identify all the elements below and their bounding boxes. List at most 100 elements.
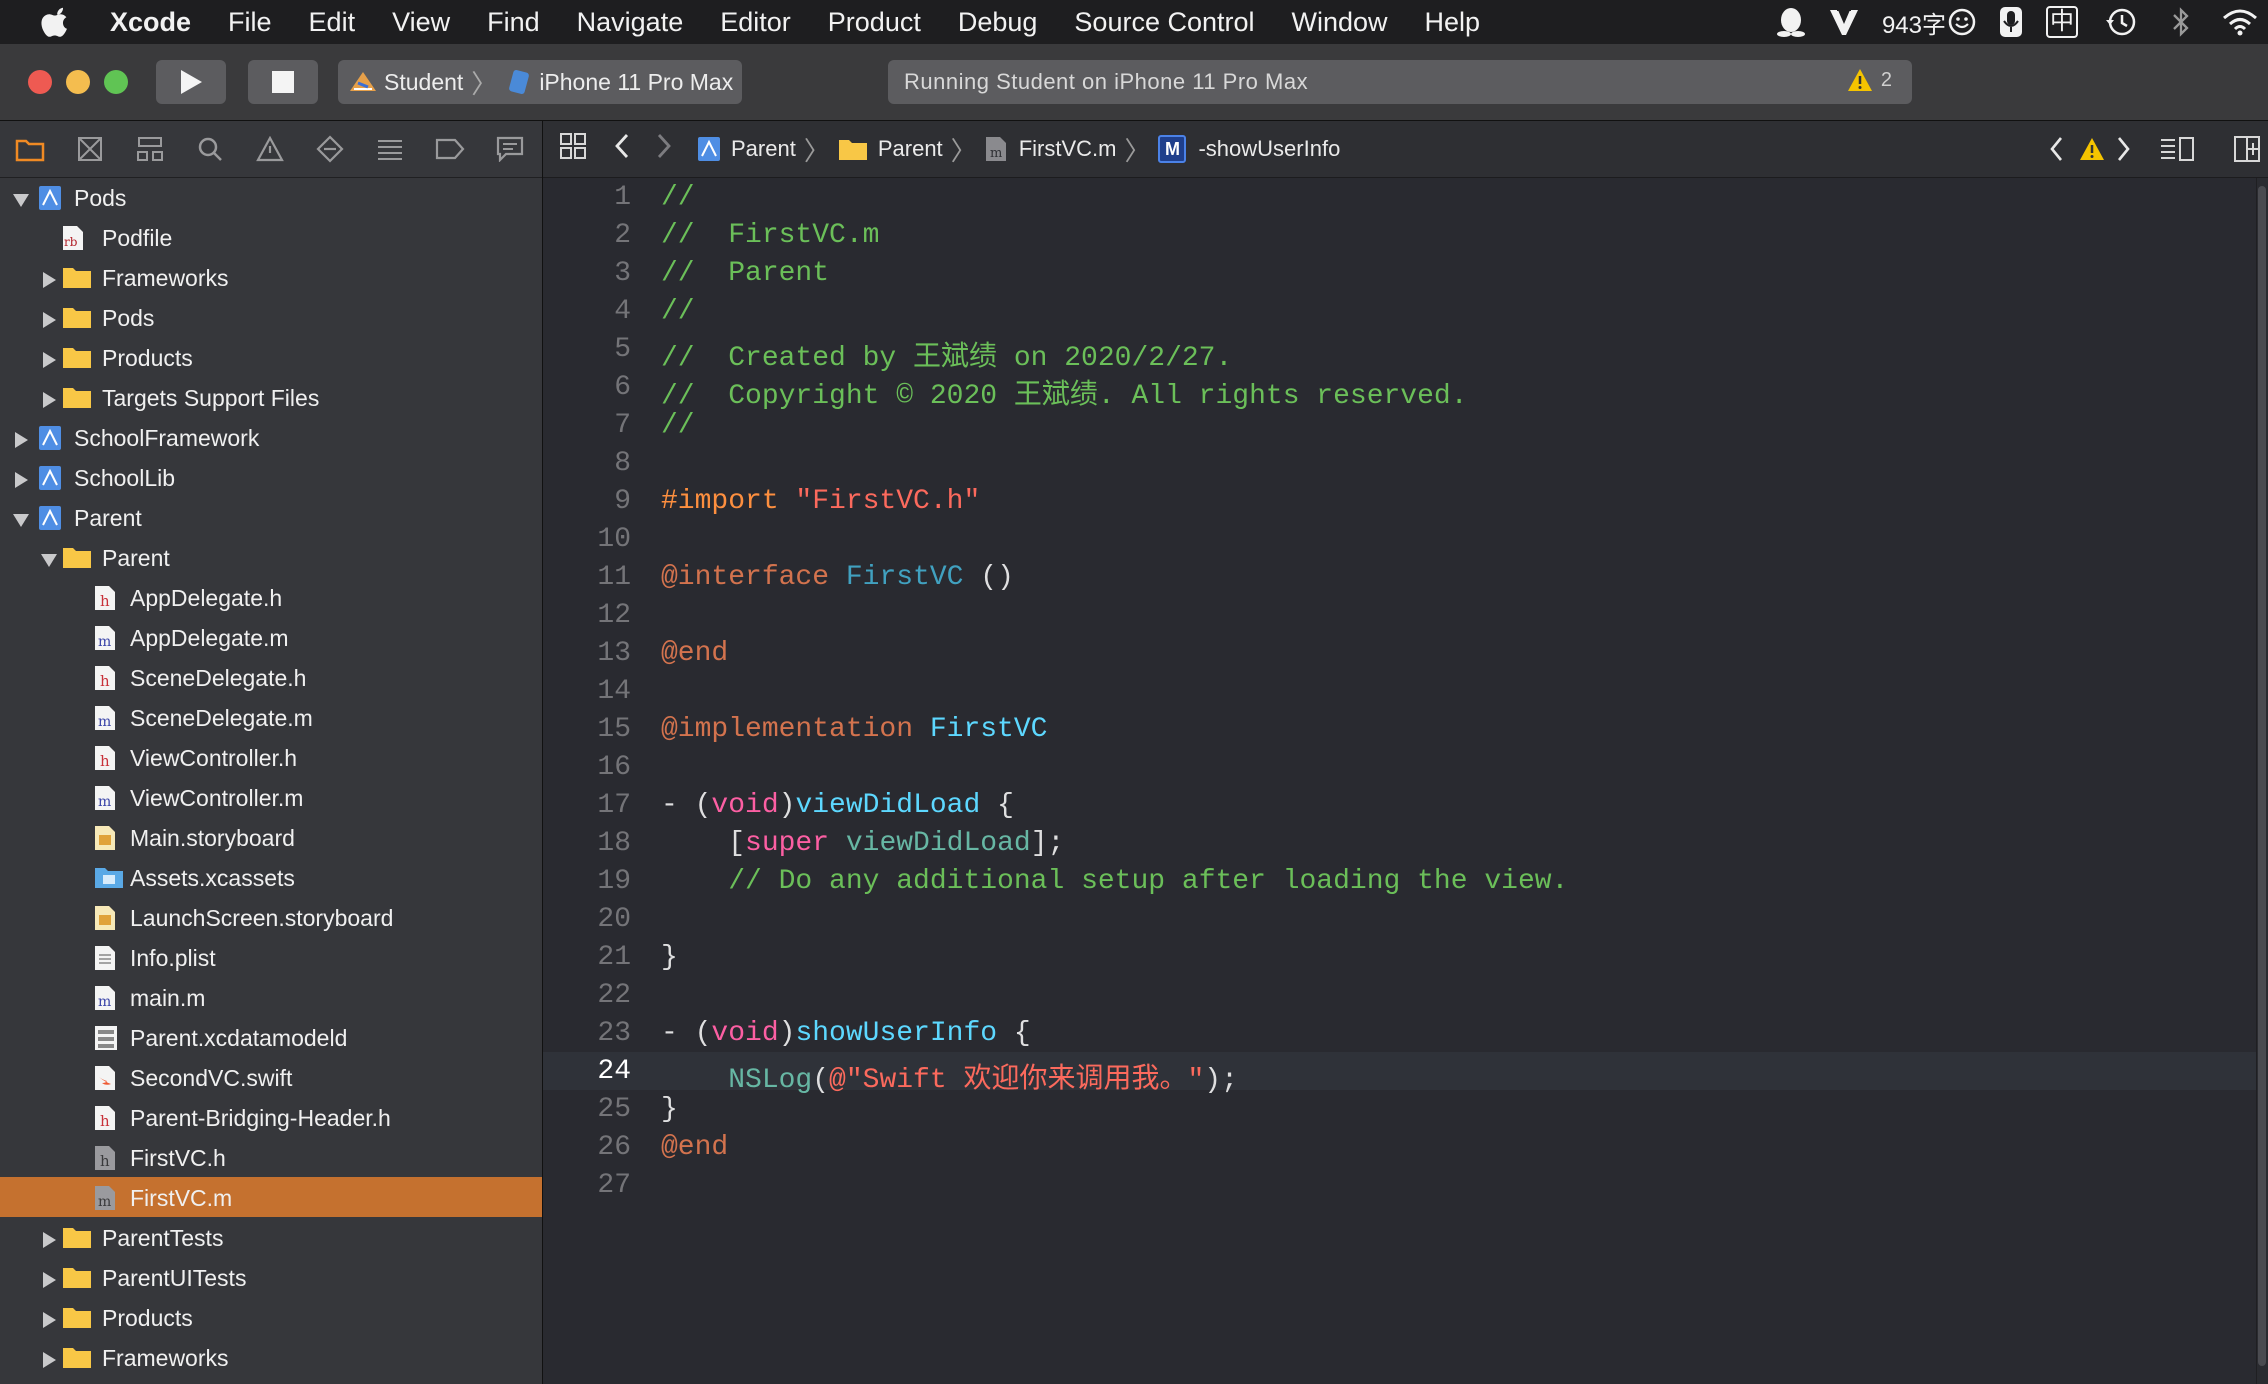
input-method-indicator[interactable]: 中 <box>2046 6 2078 38</box>
tree-item-parent[interactable]: Parent <box>0 537 542 577</box>
line-number[interactable]: 8 <box>543 448 631 479</box>
disclosure-closed-icon[interactable] <box>40 1348 58 1368</box>
code-line[interactable]: 2 // FirstVC.m <box>543 216 2256 254</box>
menu-product[interactable]: Product <box>828 7 921 38</box>
tree-item-secondvc-swift[interactable]: SecondVC.swift <box>0 1057 542 1097</box>
line-number[interactable]: 5 <box>543 334 631 365</box>
breakpoint-navigator-tab[interactable] <box>420 138 480 160</box>
source-control-navigator-tab[interactable] <box>60 136 120 162</box>
tree-item-main-storyboard[interactable]: Main.storyboard <box>0 817 542 857</box>
activity-viewer[interactable]: Running Student on iPhone 11 Pro Max 2 <box>888 60 1912 104</box>
tree-item-parent[interactable]: Parent <box>0 497 542 537</box>
line-number[interactable]: 26 <box>543 1132 631 1163</box>
line-number[interactable]: 23 <box>543 1018 631 1049</box>
code-line[interactable]: 7 // <box>543 406 2256 444</box>
line-number[interactable]: 15 <box>543 714 631 745</box>
report-navigator-tab[interactable] <box>480 136 540 162</box>
disclosure-closed-icon[interactable] <box>40 388 58 408</box>
qq-penguin-icon[interactable] <box>1776 6 1806 38</box>
disclosure-open-icon[interactable] <box>40 548 58 567</box>
disclosure-closed-icon[interactable] <box>12 428 30 448</box>
line-number[interactable]: 2 <box>543 220 631 251</box>
stop-button[interactable] <box>248 60 318 104</box>
code-line[interactable]: 24 NSLog(@"Swift 欢迎你来调用我。"); <box>543 1052 2256 1096</box>
tree-item-scenedelegate-m[interactable]: m SceneDelegate.m <box>0 697 542 737</box>
vivaldi-v-icon[interactable] <box>1828 7 1860 37</box>
source-editor[interactable]: 1//2// FirstVC.m 3// Parent 4//5// Created… <box>543 178 2256 1384</box>
line-number[interactable]: 6 <box>543 372 631 403</box>
line-number[interactable]: 18 <box>543 828 631 859</box>
code-line[interactable]: 25} <box>543 1090 2256 1128</box>
go-back-button[interactable] <box>613 132 631 166</box>
code-line[interactable]: 22 <box>543 976 2256 1014</box>
code-line[interactable]: 16 <box>543 748 2256 786</box>
code-line[interactable]: 23 - (void)showUserInfo { <box>543 1014 2256 1052</box>
line-number[interactable]: 25 <box>543 1094 631 1125</box>
menu-find[interactable]: Find <box>487 7 540 38</box>
tree-item-schoollib[interactable]: SchoolLib <box>0 457 542 497</box>
close-window-button[interactable] <box>28 70 52 94</box>
tree-item-frameworks[interactable]: Frameworks <box>0 1337 542 1377</box>
tree-item-main-m[interactable]: m main.m <box>0 977 542 1017</box>
tree-item-parenttests[interactable]: ParentTests <box>0 1217 542 1257</box>
find-navigator-tab[interactable] <box>180 136 240 162</box>
issue-navigator-tab[interactable] <box>240 136 300 162</box>
wifi-icon[interactable] <box>2222 8 2258 36</box>
line-number[interactable]: 27 <box>543 1170 631 1201</box>
tree-item-parent-bridging-header-h[interactable]: h Parent-Bridging-Header.h <box>0 1097 542 1137</box>
menu-navigate[interactable]: Navigate <box>577 7 684 38</box>
code-line[interactable]: 18 [super viewDidLoad]; <box>543 824 2256 862</box>
tree-item-parentuitests[interactable]: ParentUITests <box>0 1257 542 1297</box>
code-line[interactable]: 14 <box>543 672 2256 710</box>
menu-view[interactable]: View <box>392 7 450 38</box>
zoom-window-button[interactable] <box>104 70 128 94</box>
word-count-label[interactable]: 943字 <box>1882 5 1976 40</box>
breadcrumb-method[interactable]: M -showUserInfo <box>1158 135 1340 163</box>
line-number[interactable]: 17 <box>543 790 631 821</box>
disclosure-open-icon[interactable] <box>12 188 30 207</box>
code-line[interactable]: 1 // <box>543 178 2256 216</box>
microphone-icon[interactable] <box>1998 6 2024 38</box>
test-navigator-tab[interactable] <box>300 135 360 163</box>
line-number[interactable]: 10 <box>543 524 631 555</box>
code-line[interactable]: 11 @interface FirstVC () <box>543 558 2256 596</box>
menu-window[interactable]: Window <box>1292 7 1388 38</box>
bluetooth-icon[interactable] <box>2170 7 2192 37</box>
disclosure-closed-icon[interactable] <box>40 1308 58 1328</box>
tree-item-pods[interactable]: Pods <box>0 297 542 337</box>
editor-scrollbar-thumb[interactable] <box>2258 186 2266 1366</box>
code-line[interactable]: 13 @end <box>543 634 2256 672</box>
code-line[interactable]: 26 @end <box>543 1128 2256 1166</box>
code-line[interactable]: 6// Copyright © 2020 王斌绩. All rights res… <box>543 368 2256 412</box>
tree-item-podfile[interactable]: rb Podfile <box>0 217 542 257</box>
menu-debug[interactable]: Debug <box>958 7 1038 38</box>
apple-logo-icon[interactable] <box>40 6 72 38</box>
line-number[interactable]: 3 <box>543 258 631 289</box>
tree-item-assets-xcassets[interactable]: Assets.xcassets <box>0 857 542 897</box>
scheme-selector[interactable]: Student 〉 iPhone 11 Pro Max <box>338 60 742 104</box>
project-navigator-tab[interactable] <box>0 136 60 162</box>
tree-item-frameworks[interactable]: Frameworks <box>0 257 542 297</box>
tree-item-products[interactable]: Products <box>0 337 542 377</box>
code-line[interactable]: 15 @implementation FirstVC <box>543 710 2256 748</box>
code-line[interactable]: 17 - (void)viewDidLoad { <box>543 786 2256 824</box>
editor-options-button[interactable] <box>2159 135 2195 169</box>
related-items-button[interactable] <box>559 132 587 166</box>
line-number[interactable]: 19 <box>543 866 631 897</box>
tree-item-viewcontroller-m[interactable]: m ViewController.m <box>0 777 542 817</box>
tree-item-scenedelegate-h[interactable]: h SceneDelegate.h <box>0 657 542 697</box>
disclosure-closed-icon[interactable] <box>40 348 58 368</box>
tree-item-launchscreen-storyboard[interactable]: LaunchScreen.storyboard <box>0 897 542 937</box>
line-number[interactable]: 7 <box>543 410 631 441</box>
line-number[interactable]: 21 <box>543 942 631 973</box>
tree-item-schoolframework[interactable]: SchoolFramework <box>0 417 542 457</box>
line-number[interactable]: 1 <box>543 182 631 213</box>
line-number[interactable]: 14 <box>543 676 631 707</box>
issue-warning-icon[interactable] <box>2079 137 2105 167</box>
disclosure-closed-icon[interactable] <box>40 1228 58 1248</box>
tree-item-targets-support-files[interactable]: Targets Support Files <box>0 377 542 417</box>
code-line[interactable]: 5// Created by 王斌绩 on 2020/2/27. <box>543 330 2256 374</box>
go-forward-button[interactable] <box>655 132 673 166</box>
line-number[interactable]: 13 <box>543 638 631 669</box>
time-machine-icon[interactable] <box>2104 7 2138 37</box>
